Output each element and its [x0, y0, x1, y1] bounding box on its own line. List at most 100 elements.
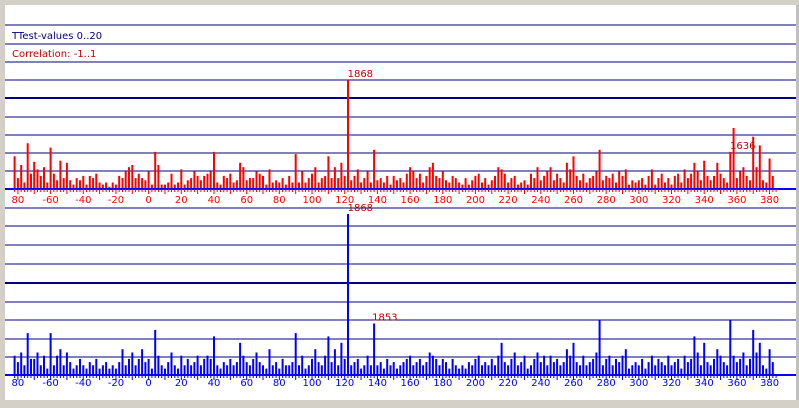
data-bar — [337, 365, 340, 375]
data-bar — [533, 358, 536, 375]
data-bar — [441, 171, 444, 189]
chart-window: TTest-values 0..20 Correlation: -1..1 80… — [0, 0, 799, 408]
data-bar — [242, 167, 245, 189]
data-bar — [510, 358, 513, 375]
data-bar — [262, 175, 264, 189]
peak-annotation: 1868 — [348, 203, 373, 214]
data-bar — [575, 175, 578, 189]
data-bar — [438, 178, 441, 189]
data-bar — [128, 167, 130, 189]
data-bar — [735, 178, 738, 189]
data-bar — [366, 355, 369, 375]
data-bar — [39, 365, 42, 375]
data-bar — [690, 173, 693, 189]
data-bar — [657, 178, 660, 189]
data-bar — [82, 175, 85, 189]
data-bar — [402, 362, 405, 375]
data-bar — [611, 365, 614, 375]
data-bar — [755, 167, 758, 189]
data-bar — [539, 180, 542, 189]
data-bar — [396, 180, 398, 189]
data-bar — [693, 336, 696, 375]
data-bar — [565, 349, 568, 375]
data-bar — [128, 358, 130, 375]
data-bar — [376, 180, 379, 189]
data-bar — [111, 365, 114, 375]
data-bar — [664, 365, 666, 375]
data-bar — [706, 175, 709, 189]
data-bar — [193, 171, 196, 189]
data-bar — [477, 173, 480, 189]
data-bar — [592, 175, 595, 189]
data-bar — [252, 178, 255, 189]
data-bar — [500, 342, 503, 375]
data-bar — [82, 365, 85, 375]
data-bar — [556, 358, 559, 375]
data-bar — [719, 173, 722, 189]
data-bar — [147, 171, 150, 189]
x-tick-label: 80 — [273, 195, 286, 206]
data-bar — [183, 365, 186, 375]
data-bar — [507, 365, 510, 375]
data-bar — [258, 362, 261, 375]
data-bar — [324, 175, 327, 189]
x-tick-label: 60 — [240, 195, 253, 206]
data-bar — [134, 178, 137, 189]
data-bar — [641, 178, 644, 189]
data-bar — [92, 365, 95, 375]
x-tick-label: -20 — [108, 195, 124, 206]
data-bar — [530, 173, 532, 189]
data-bar — [291, 362, 294, 375]
x-tick-label: 220 — [499, 195, 518, 206]
x-tick-label: -20 — [108, 378, 124, 389]
data-bar — [647, 362, 650, 375]
data-bar — [601, 365, 604, 375]
data-bar — [749, 180, 751, 189]
data-bar — [131, 352, 134, 375]
data-bar — [713, 175, 715, 189]
data-bar — [523, 180, 526, 189]
x-tick-label: 0 — [145, 378, 151, 389]
data-bar — [389, 365, 392, 375]
data-bar — [572, 342, 575, 375]
data-bar — [428, 167, 431, 189]
data-bar — [118, 362, 121, 375]
data-bar — [105, 362, 108, 375]
data-bar — [245, 180, 248, 189]
data-bar — [631, 365, 634, 375]
data-bar — [582, 355, 585, 375]
data-bar — [592, 358, 595, 375]
data-bar — [745, 365, 748, 375]
data-bar — [213, 151, 215, 189]
data-bar — [641, 358, 644, 375]
data-bar — [118, 175, 121, 189]
correlation-label: Correlation: -1..1 — [12, 49, 96, 60]
x-tick-label: 200 — [466, 195, 485, 206]
data-bar — [686, 362, 689, 375]
data-bar — [552, 180, 555, 189]
data-bar — [203, 358, 206, 375]
chart-canvas: TTest-values 0..20 Correlation: -1..1 80… — [0, 0, 799, 408]
x-tick-label: 100 — [302, 195, 321, 206]
x-tick-label: 20 — [175, 195, 188, 206]
data-bar — [428, 352, 431, 375]
data-bar — [451, 358, 454, 375]
data-bar — [451, 175, 454, 189]
data-bar — [343, 358, 346, 375]
data-bar — [650, 169, 653, 189]
data-bar — [549, 355, 552, 375]
data-bar — [376, 365, 379, 375]
data-bar — [530, 365, 532, 375]
data-bar — [43, 355, 45, 375]
data-bar — [30, 173, 32, 189]
data-bar — [52, 173, 55, 189]
data-bar — [186, 358, 189, 375]
data-bar — [575, 362, 578, 375]
bottom-scroll-edge[interactable] — [0, 400, 799, 408]
x-tick-label: 200 — [466, 378, 485, 389]
data-bar — [141, 178, 144, 189]
data-bar — [392, 362, 395, 375]
data-bar — [216, 365, 219, 375]
x-tick-label: 140 — [368, 378, 387, 389]
data-bar — [311, 173, 313, 189]
